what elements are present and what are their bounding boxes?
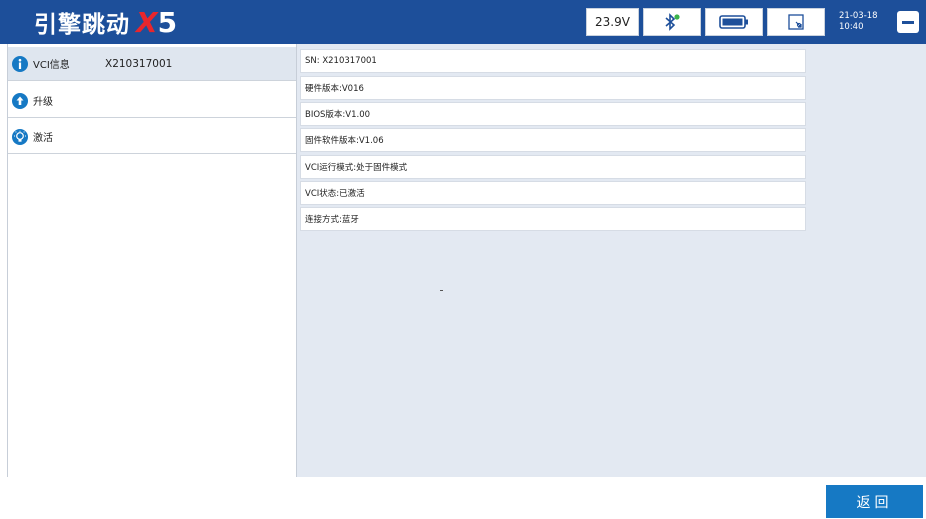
detail-text: 连接方式:蓝牙 (305, 215, 359, 225)
detail-text: BIOS版本:V1.00 (305, 110, 371, 120)
datetime: 21-03-18 10:40 (839, 11, 878, 33)
detail-text: SN: X210317001 (305, 56, 377, 66)
minimize-icon (902, 20, 914, 24)
time-text: 10:40 (839, 22, 864, 32)
logo-x: X (136, 5, 158, 39)
app-logo: 引擎跳动 X 5 (34, 4, 177, 40)
detail-row-hardware-version: 硬件版本:V016 (300, 76, 806, 100)
bluetooth-status[interactable] (643, 8, 701, 36)
voltage-indicator: 23.9V (586, 8, 639, 36)
detail-row-bios-version: BIOS版本:V1.00 (300, 102, 806, 126)
sidebar-item-upgrade[interactable]: 升级 (8, 84, 296, 118)
stray-dot (440, 290, 443, 291)
logo-model-number: 5 (157, 5, 178, 39)
detail-row-sn: SN: X210317001 (300, 49, 806, 73)
vci-details-panel: SN: X210317001 硬件版本:V016 BIOS版本:V1.00 固件… (297, 44, 926, 477)
detail-text: VCI状态:已激活 (305, 189, 365, 199)
sidebar: VCI信息 X210317001 升级 激活 (7, 44, 297, 477)
battery-icon (719, 15, 748, 29)
sidebar-item-label: 升级 (33, 97, 53, 108)
detail-row-connection: 连接方式:蓝牙 (300, 207, 806, 231)
detail-row-firmware-version: 固件软件版本:V1.06 (300, 128, 806, 152)
sidebar-item-activate[interactable]: 激活 (8, 120, 296, 154)
minimize-button[interactable] (897, 11, 919, 33)
detail-text: 硬件版本:V016 (305, 84, 364, 94)
sidebar-item-vci-info[interactable]: VCI信息 X210317001 (8, 47, 296, 81)
top-bar: 引擎跳动 X 5 23.9V 21-03-18 10:40 (0, 0, 926, 44)
detail-text: 固件软件版本:V1.06 (305, 136, 384, 146)
detail-row-run-mode: VCI运行模式:处于固件模式 (300, 155, 806, 179)
battery-status (705, 8, 763, 36)
bluetooth-connected-icon (665, 13, 680, 31)
info-icon (12, 55, 28, 72)
back-button[interactable]: 返回 (826, 485, 923, 518)
sidebar-item-label: 激活 (33, 133, 53, 144)
vci-serial-value: X210317001 (105, 57, 173, 70)
logo-text: 引擎跳动 (34, 12, 130, 38)
screen-fit-icon (788, 14, 804, 30)
lightbulb-icon (12, 128, 28, 145)
screen-fit-button[interactable] (767, 8, 825, 36)
detail-text: VCI运行模式:处于固件模式 (305, 163, 408, 173)
voltage-value: 23.9V (595, 15, 630, 29)
sidebar-item-label: VCI信息 (33, 60, 70, 71)
detail-row-vci-status: VCI状态:已激活 (300, 181, 806, 205)
upgrade-arrow-icon (12, 92, 28, 109)
date-text: 21-03-18 (839, 11, 878, 21)
